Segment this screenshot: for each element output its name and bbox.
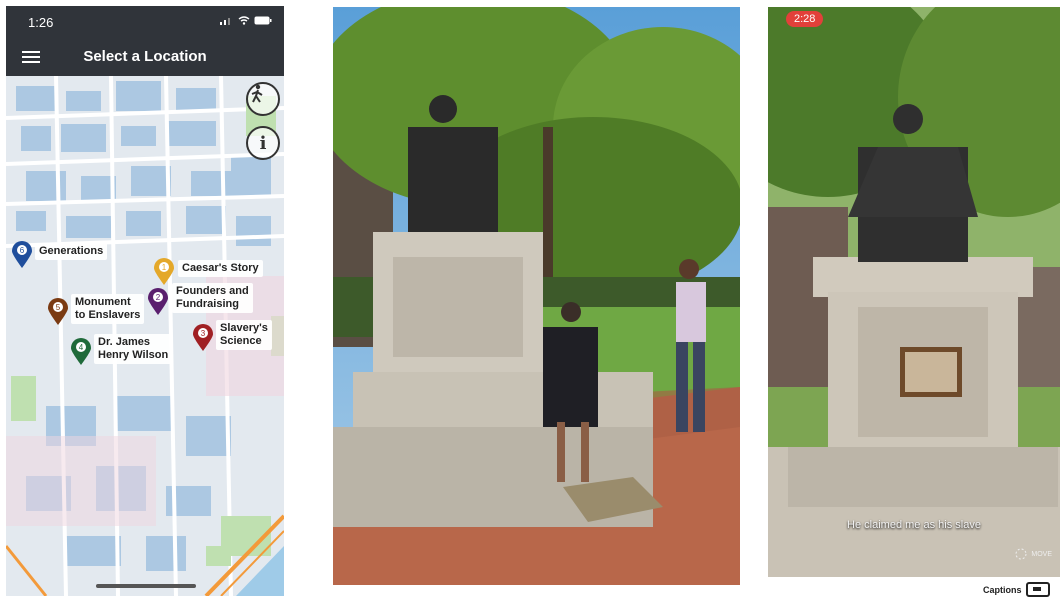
pin-number: 2	[156, 293, 161, 302]
recording-timer: 2:28	[786, 11, 824, 27]
location-label-slaverys-science[interactable]: Slavery's Science	[216, 320, 272, 350]
battery-icon	[254, 16, 272, 25]
closed-captions-icon	[1025, 582, 1050, 597]
pin-number: 3	[201, 329, 206, 338]
status-time: 1:26	[28, 15, 54, 30]
pin-number: 6	[20, 246, 25, 255]
map-view[interactable]: i 6 Generations 1 Caesar's Story 2 Found…	[6, 76, 284, 596]
captions-toggle[interactable]: Captions	[983, 582, 1050, 597]
location-pin-2[interactable]: 2	[148, 288, 168, 316]
pin-number: 5	[56, 303, 61, 312]
statue-visit-photo	[333, 7, 740, 585]
audio-caption: He claimed me as his slave	[847, 519, 981, 531]
map-app-screen: 1:26 Select a Location i 6 Generations 1…	[6, 6, 284, 596]
captions-label: Captions	[983, 584, 1022, 595]
signal-icon	[220, 18, 230, 25]
move-icon	[1015, 548, 1027, 560]
location-label-caesars-story[interactable]: Caesar's Story	[178, 260, 263, 277]
location-label-monument-to-enslavers[interactable]: Monument to Enslavers	[71, 294, 145, 324]
info-icon[interactable]: i	[246, 126, 280, 160]
status-icons	[220, 16, 272, 25]
photo-illustration	[333, 7, 740, 585]
status-bar: 1:26	[6, 6, 284, 38]
ar-statue-view[interactable]: 2:28 He claimed me as his slave MOVE	[768, 7, 1060, 577]
move-label: MOVE	[1031, 550, 1052, 558]
app-bar: Select a Location	[6, 38, 284, 76]
wifi-icon	[238, 16, 250, 25]
location-label-generations[interactable]: Generations	[35, 243, 108, 260]
ar-camera-feed	[768, 7, 1060, 577]
home-indicator[interactable]	[96, 584, 196, 588]
location-label-dr-james-henry-wilson[interactable]: Dr. James Henry Wilson	[94, 334, 173, 364]
walking-person-icon[interactable]	[246, 82, 280, 116]
move-button[interactable]: MOVE	[1014, 547, 1052, 561]
page-title: Select a Location	[83, 48, 207, 65]
location-pin-6[interactable]: 6	[12, 241, 32, 269]
location-pin-1[interactable]: 1	[154, 258, 174, 286]
location-label-founders-and-fundraising[interactable]: Founders and Fundraising	[172, 283, 253, 313]
location-pin-3[interactable]: 3	[193, 324, 213, 352]
pin-number: 1	[162, 263, 167, 272]
location-pin-4[interactable]: 4	[71, 338, 91, 366]
location-pin-5[interactable]: 5	[48, 298, 68, 326]
pin-number: 4	[79, 343, 84, 352]
